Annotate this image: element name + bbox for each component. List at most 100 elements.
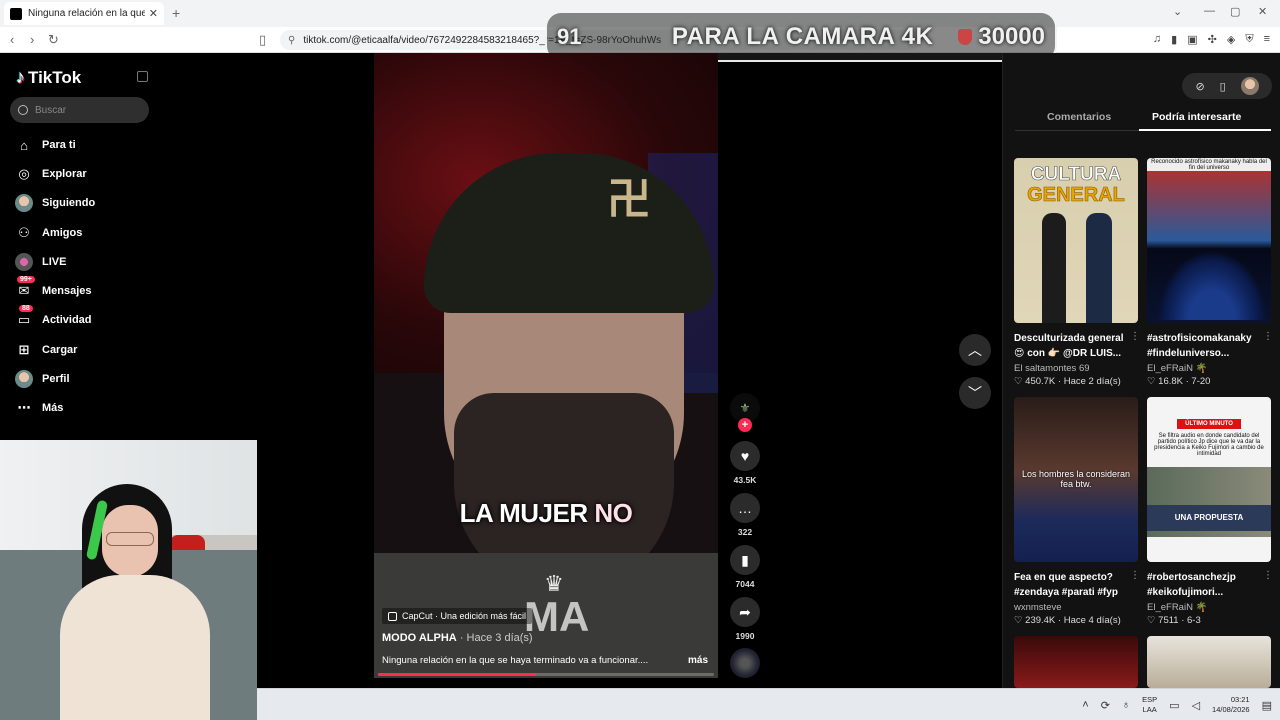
card-options-icon[interactable]: ⋮	[1130, 331, 1140, 342]
notifications-icon[interactable]: ▤	[1262, 699, 1272, 712]
following-avatar	[15, 194, 33, 212]
microphone-icon[interactable]: ♁	[1122, 699, 1130, 711]
minimize-button[interactable]: —	[1204, 5, 1215, 17]
more-icon: ⋯	[17, 400, 31, 415]
volume-icon[interactable]: ◁	[1192, 699, 1200, 712]
video-progress-bar[interactable]	[378, 673, 714, 676]
right-panel-tabs: Comentarios Podría interesarte	[1015, 109, 1271, 131]
thumbnail-earth	[1157, 250, 1267, 320]
share-button[interactable]: ➦ 1990	[728, 597, 762, 641]
sidebar-item-para-ti[interactable]: ⌂ Para ti	[15, 134, 76, 156]
site-info-icon[interactable]: ⚲	[288, 35, 295, 46]
tab-title: Ninguna relación en la que se	[28, 8, 145, 19]
user-avatar[interactable]	[1240, 77, 1259, 95]
forward-icon[interactable]: ›	[30, 32, 34, 47]
card-author[interactable]: El saltamontes 69	[1014, 363, 1138, 374]
bookmark-icon[interactable]: ▯	[259, 32, 266, 48]
video-thumbnail[interactable]: ÚLTIMO MINUTO Se filtra audio en donde c…	[1147, 397, 1271, 562]
recommended-video-card[interactable]: ÚLTIMO MINUTO Se filtra audio en donde c…	[1147, 397, 1273, 626]
card-title[interactable]: #robertosanchezjp #keikofujimori...	[1147, 570, 1265, 600]
recommended-video-card[interactable]	[1014, 636, 1138, 688]
video-subtitle: LA MUJER NO	[459, 498, 633, 528]
upload-icon: ⊞	[18, 342, 30, 357]
tab-podria-interesarte[interactable]: Podría interesarte	[1152, 111, 1241, 123]
sidebar-icon[interactable]: ▮	[1171, 33, 1177, 46]
tab-comentarios[interactable]: Comentarios	[1047, 111, 1111, 123]
card-author[interactable]: El_eFRaiN 🌴	[1147, 363, 1271, 374]
sidebar-item-actividad[interactable]: ▭ 88 Actividad	[15, 305, 92, 331]
new-tab-button[interactable]: +	[172, 5, 180, 21]
video-author[interactable]: MODO ALPHA · Hace 3 día(s)	[382, 632, 533, 644]
bookmark-icon: ▮	[730, 545, 760, 575]
next-video-button[interactable]: ﹀	[959, 377, 991, 409]
comment-button[interactable]: … 322	[728, 493, 762, 537]
media-icon[interactable]: ♫	[1153, 33, 1161, 46]
music-disc-button[interactable]	[728, 648, 762, 678]
card-stats: ♡ 7511 · 6-3	[1147, 615, 1201, 626]
taskbar-clock[interactable]: 03:21 14/08/2026	[1212, 695, 1250, 715]
shield-icon[interactable]: ⛨	[1245, 33, 1253, 46]
maximize-button[interactable]: ▢	[1230, 5, 1240, 18]
wallet-icon[interactable]: ▣	[1187, 33, 1197, 46]
webcam-feed	[0, 440, 257, 720]
sidebar-item-cargar[interactable]: ⊞ Cargar	[15, 339, 78, 361]
card-author[interactable]: wxnmsteve	[1014, 602, 1138, 613]
sidebar-item-perfil[interactable]: Perfil	[15, 368, 70, 390]
card-options-icon[interactable]: ⋮	[1130, 570, 1140, 581]
activity-badge: 88	[19, 305, 33, 312]
streamer-body	[60, 575, 210, 720]
video-thumbnail[interactable]: CULTURA GENERAL	[1014, 158, 1138, 323]
sidebar-item-mas[interactable]: ⋯ Más	[15, 397, 64, 419]
author-avatar-button[interactable]: ⚜ +	[728, 393, 762, 432]
sidebar-item-explorar[interactable]: ◎ Explorar	[15, 163, 86, 185]
tab-search-icon[interactable]: ⌄	[1173, 5, 1182, 18]
menu-icon[interactable]: ≡	[1264, 33, 1270, 46]
recommended-video-card[interactable]: Los hombres la consideran fea btw. Fea e…	[1014, 397, 1140, 626]
card-title[interactable]: Fea en que aspecto? #zendaya #parati #fy…	[1014, 570, 1132, 600]
browser-toolbar-icons: ♫ ▮ ▣ ✣ ◈ ⛨ ≡	[1153, 33, 1270, 46]
follow-plus-icon[interactable]: +	[738, 418, 752, 432]
description-more-link[interactable]: más	[688, 655, 708, 666]
search-input[interactable]: Buscar	[10, 97, 149, 123]
tray-sync-icon[interactable]: ⟳	[1101, 699, 1110, 712]
close-window-button[interactable]: ✕	[1258, 5, 1267, 18]
recommended-video-card[interactable]: Reconocido astrofísico makanaky habla de…	[1147, 158, 1273, 387]
capcut-label[interactable]: CapCut · Una edición más fácil	[382, 608, 533, 624]
browser-tab[interactable]: Ninguna relación en la que se ✕	[4, 2, 164, 25]
card-options-icon[interactable]: ⋮	[1263, 331, 1273, 342]
card-title[interactable]: Desculturizada general 😍 con 👉🏻 @DR LUIS…	[1014, 331, 1132, 361]
tray-chevron-up-icon[interactable]: ˄	[1082, 699, 1088, 711]
reload-icon[interactable]: ↻	[48, 32, 59, 48]
collapse-sidebar-icon[interactable]	[137, 71, 148, 82]
streamer-glasses	[106, 532, 154, 546]
back-icon[interactable]: ‹	[10, 32, 14, 47]
extensions-icon[interactable]: ✣	[1208, 33, 1217, 46]
vpn-icon[interactable]: ◈	[1227, 33, 1235, 46]
device-icon[interactable]: ▯	[1220, 80, 1226, 93]
sidebar-item-mensajes[interactable]: ✉ 99+ Mensajes	[15, 276, 92, 302]
card-author[interactable]: El_eFRaiN 🌴	[1147, 602, 1271, 613]
recommended-video-card[interactable]: CULTURA GENERAL Desculturizada general 😍…	[1014, 158, 1140, 387]
like-button[interactable]: ♥ 43.5K	[728, 441, 762, 485]
language-indicator[interactable]: ESP LAA	[1142, 695, 1157, 715]
save-button[interactable]: ▮ 7044	[728, 545, 762, 589]
sidebar-item-amigos[interactable]: ⚇ Amigos	[15, 222, 82, 244]
video-thumbnail[interactable]: Reconocido astrofísico makanaky habla de…	[1147, 158, 1271, 323]
network-icon[interactable]: ▭	[1169, 699, 1179, 712]
card-title[interactable]: #astrofisicomakanaky #findeluniverso...	[1147, 331, 1265, 361]
compass-icon: ◎	[18, 166, 30, 181]
compass-small-icon[interactable]: ⊘	[1195, 80, 1204, 93]
video-player[interactable]: 卍 LA MUJER NO ♛ MA CapCut · Una edición …	[374, 53, 718, 678]
tiktok-logo[interactable]: ♪ TikTok	[16, 67, 81, 88]
video-thumbnail[interactable]: Los hombres la consideran fea btw.	[1014, 397, 1138, 562]
recommended-video-card[interactable]	[1147, 636, 1271, 688]
tab-close-icon[interactable]: ✕	[149, 7, 158, 20]
previous-video-button[interactable]: ︿	[959, 334, 991, 366]
card-stats: ♡ 16.8K · 7-20	[1147, 376, 1211, 387]
sidebar-item-live[interactable]: LIVE	[15, 251, 66, 273]
card-options-icon[interactable]: ⋮	[1263, 570, 1273, 581]
thumbnail-person	[1086, 213, 1112, 323]
sidebar-item-siguiendo[interactable]: Siguiendo	[15, 192, 95, 214]
video-description: Ninguna relación en la que se haya termi…	[382, 655, 649, 666]
capcut-icon	[388, 611, 397, 621]
